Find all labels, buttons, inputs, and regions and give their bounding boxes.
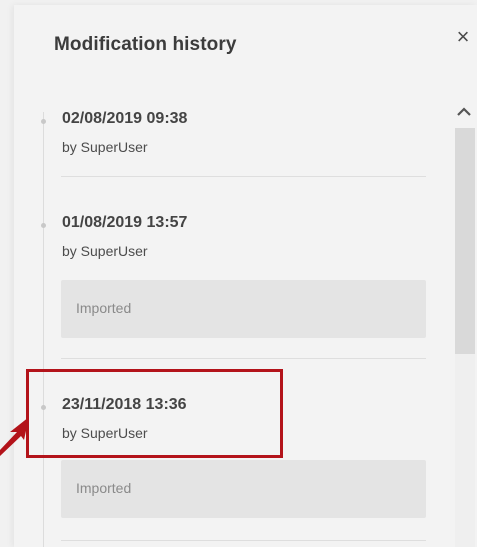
scroll-up-button[interactable] [454,102,474,122]
timeline-line [43,112,44,547]
entry-comment-text: Imported [76,300,132,316]
timeline-dot [41,405,46,410]
panel-title: Modification history [54,34,237,55]
chevron-up-icon[interactable] [454,102,474,122]
entry-separator [61,358,426,359]
entry-date: 01/08/2019 13:57 [62,214,188,231]
close-button[interactable]: × [453,26,473,48]
entry-date: 23/11/2018 13:36 [62,396,187,413]
entry-date: 02/08/2019 09:38 [62,110,188,127]
scrollbar-thumb[interactable] [455,128,475,354]
entry-author: by SuperUser [62,243,148,259]
entry-author: by SuperUser [62,425,148,441]
entry-separator [61,540,426,541]
close-icon[interactable]: × [457,24,470,49]
entry-author: by SuperUser [62,139,148,155]
entry-separator [61,176,426,177]
timeline-dot [41,119,46,124]
entry-comment: Imported [61,280,426,338]
entry-comment-text: Imported [76,480,132,496]
entry-comment: Imported [61,460,426,518]
screenshot-canvas: Modification history × 02/08/2019 09:38 … [0,0,477,547]
timeline-dot [41,223,46,228]
